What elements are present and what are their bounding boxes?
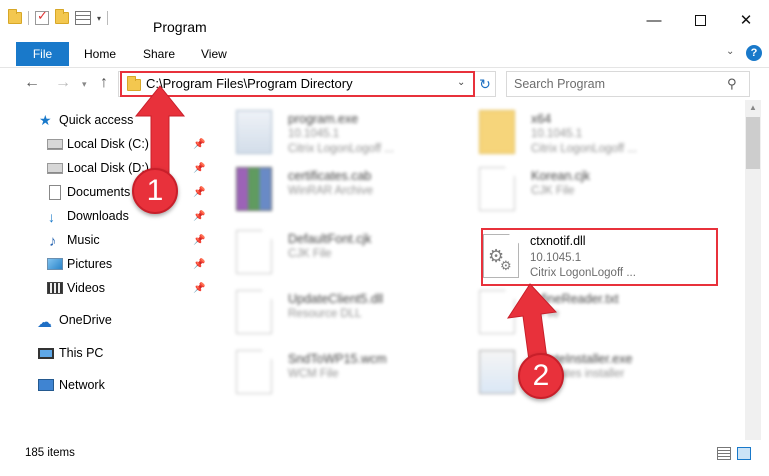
large-icons-view-icon[interactable] <box>737 447 751 460</box>
details-view-icon[interactable] <box>717 447 731 460</box>
callout-badge-2: 2 <box>518 353 564 399</box>
callout-arrow-1 <box>134 85 186 176</box>
callout-arrows <box>134 85 558 369</box>
item-count: 185 items <box>25 447 75 459</box>
status-bar <box>0 440 769 476</box>
callout-badge-1: 1 <box>132 168 178 214</box>
